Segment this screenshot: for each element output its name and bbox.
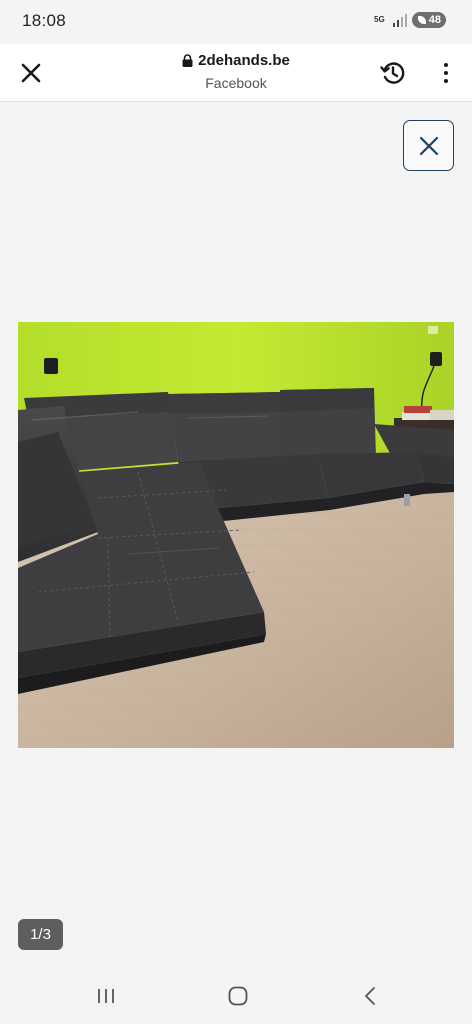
page-subtitle: Facebook (205, 75, 267, 91)
home-icon (228, 986, 248, 1006)
url-area[interactable]: 2dehands.be Facebook (120, 52, 352, 91)
custom-tab-toolbar: 2dehands.be Facebook (0, 44, 472, 102)
5g-icon: 5G (374, 15, 385, 24)
status-icons: 5G 48 (374, 12, 446, 28)
home-button[interactable] (218, 982, 258, 1010)
battery-saver-icon (417, 16, 426, 24)
close-icon (21, 63, 41, 83)
back-icon (365, 987, 375, 1005)
signal-icon (393, 14, 407, 27)
listing-photo[interactable] (18, 322, 454, 748)
image-counter: 1/3 (18, 919, 63, 950)
image-viewer: 1/3 (0, 102, 472, 968)
system-nav-bar (0, 968, 472, 1024)
status-bar: 18:08 5G 48 (0, 0, 472, 44)
sofa-photo (18, 322, 454, 748)
close-tab-button[interactable] (14, 56, 48, 90)
battery-level: 48 (428, 14, 441, 26)
history-icon (380, 62, 405, 84)
battery-indicator: 48 (412, 12, 446, 28)
back-button[interactable] (350, 982, 390, 1010)
status-time: 18:08 (22, 11, 67, 30)
close-icon (419, 136, 438, 155)
page-domain: 2dehands.be (198, 52, 290, 69)
recent-apps-button[interactable] (86, 982, 126, 1010)
lock-icon (182, 54, 193, 67)
recent-apps-icon (98, 989, 114, 1003)
close-viewer-button[interactable] (403, 120, 454, 171)
history-button[interactable] (376, 56, 410, 90)
more-vert-icon[interactable] (436, 58, 456, 88)
